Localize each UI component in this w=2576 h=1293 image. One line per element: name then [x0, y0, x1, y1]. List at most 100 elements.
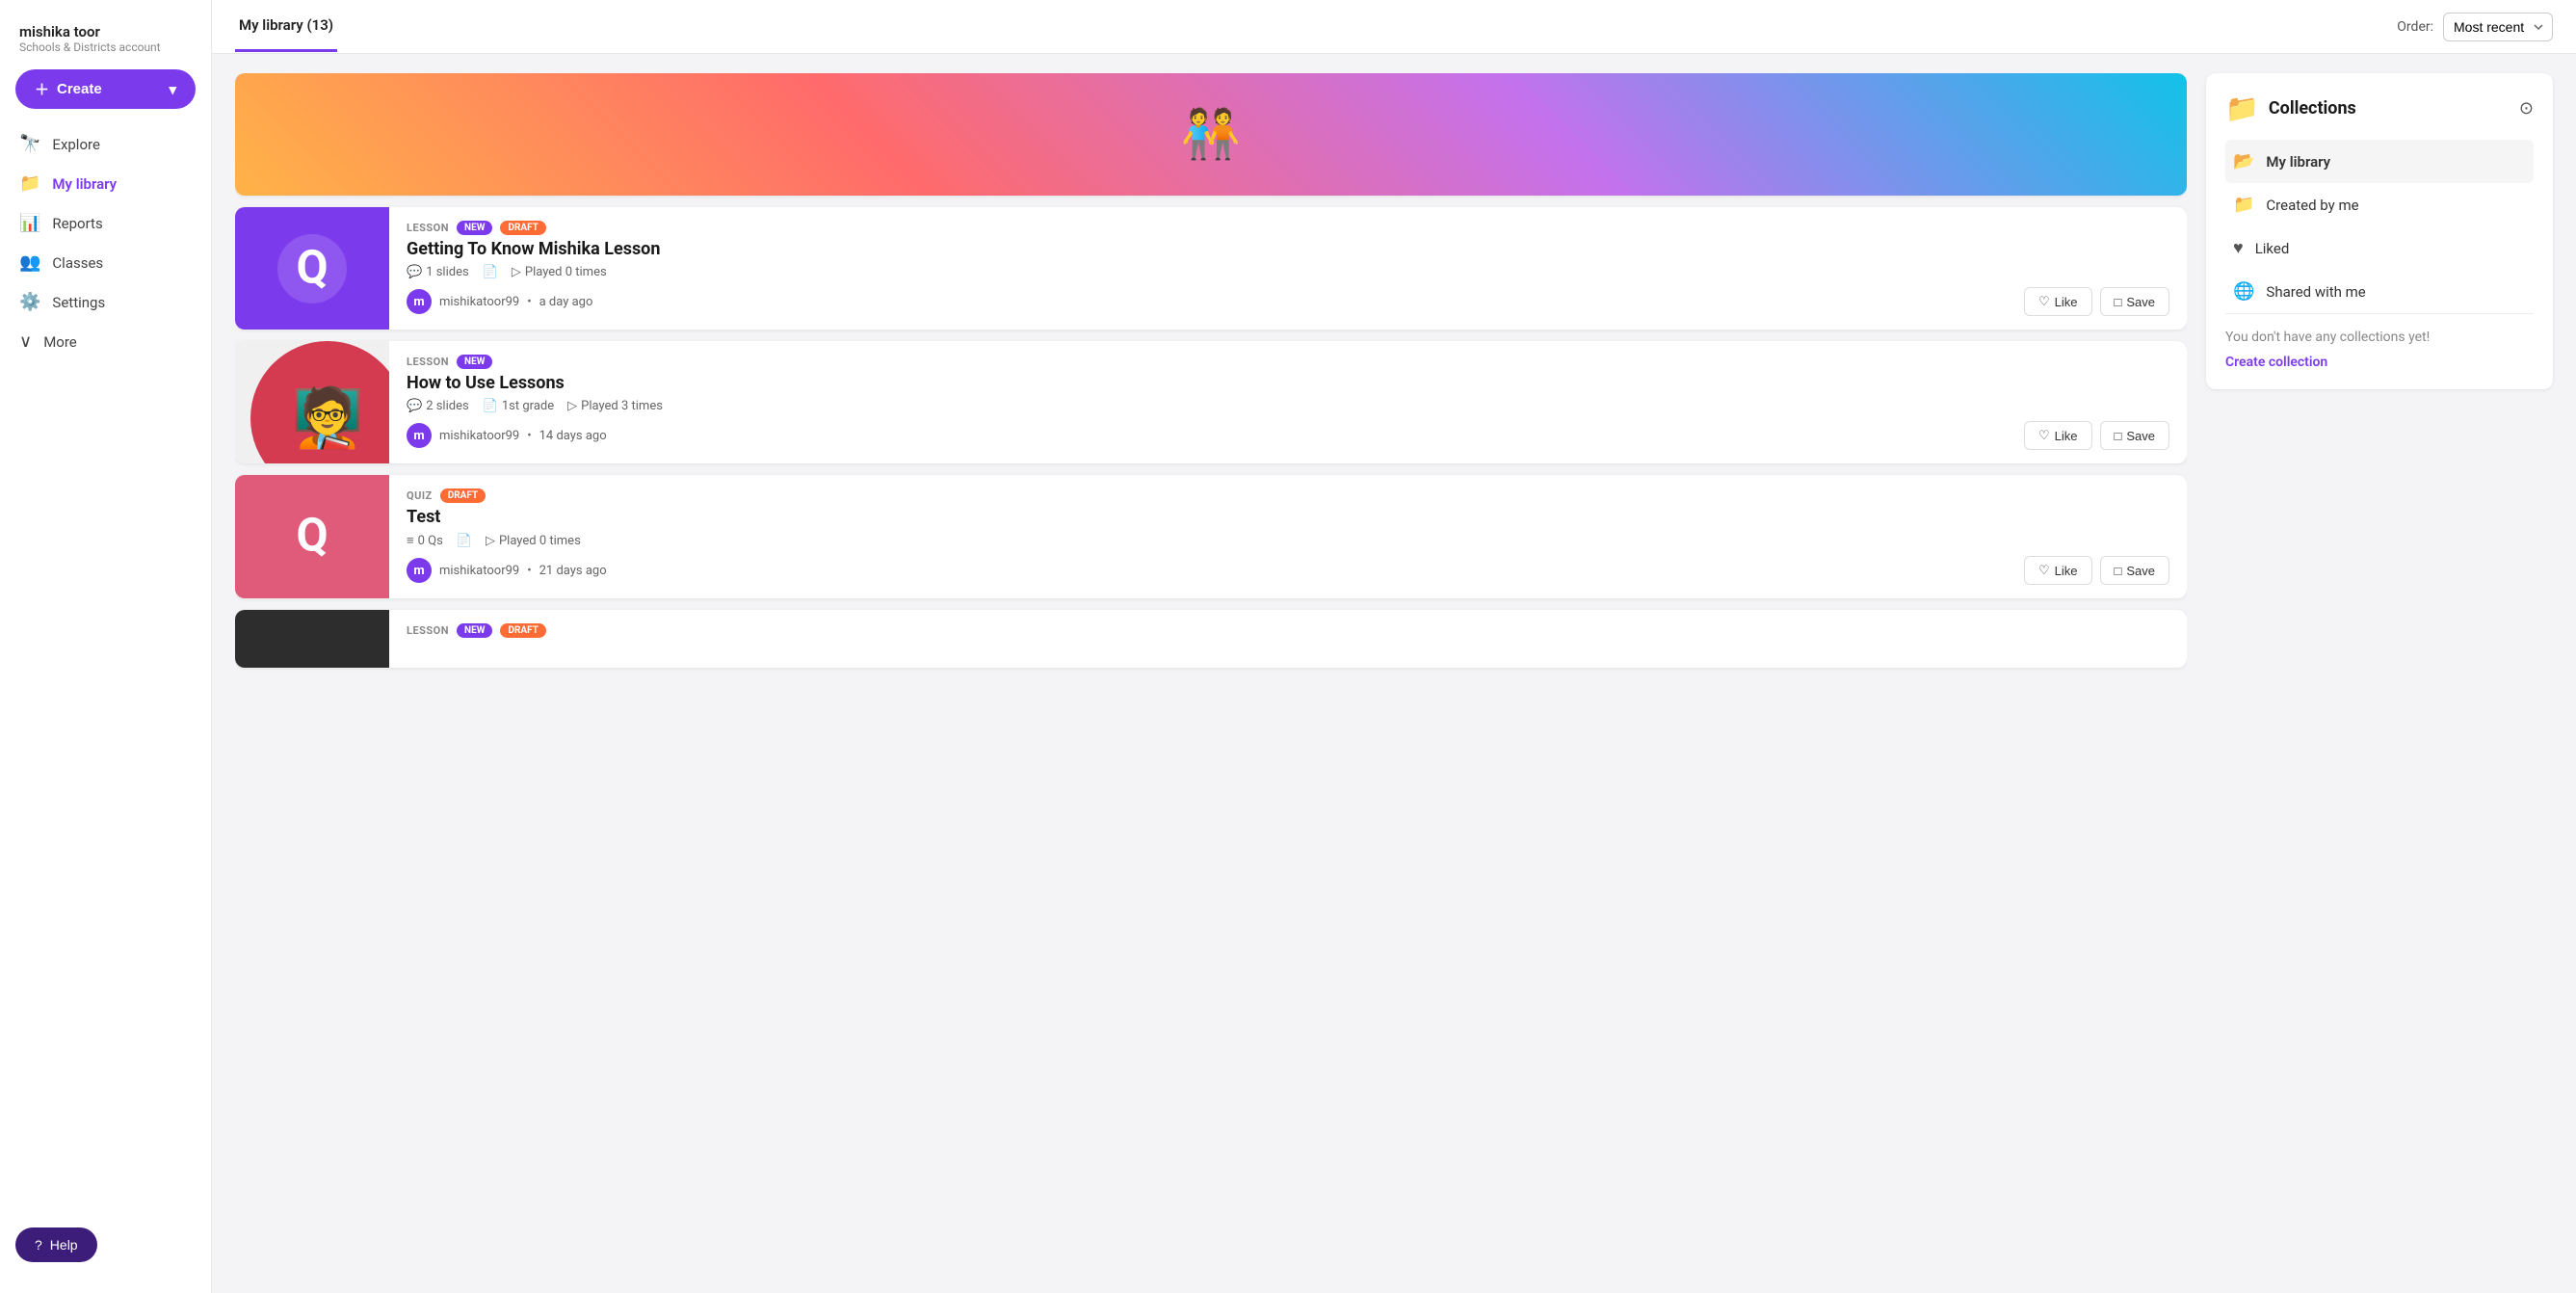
collection-item-liked[interactable]: ♥ Liked	[2225, 226, 2534, 270]
svg-text:Q: Q	[296, 507, 328, 562]
like-button-2[interactable]: ♡ Like	[2024, 287, 2092, 316]
table-row: Q LESSON NEW DRAFT Getting To Know Mishi…	[235, 207, 2187, 330]
author-dot-2: •	[527, 295, 531, 309]
sidebar-item-more[interactable]: ∨ More	[0, 322, 211, 361]
my-library-folder-icon: 📂	[2233, 151, 2254, 172]
slides-icon-2: 💬	[407, 265, 422, 279]
card-type-3: LESSON	[407, 356, 449, 368]
card-footer-2: m mishikatoor99 • a day ago ♡ Like □	[407, 287, 2169, 316]
svg-text:Q: Q	[296, 239, 328, 294]
card-footer-4: m mishikatoor99 • 21 days ago ♡ Like □	[407, 556, 2169, 585]
save-button-3[interactable]: □ Save	[2100, 421, 2170, 450]
explore-icon: 🔭	[19, 134, 40, 154]
create-plus-icon: ＋	[35, 79, 49, 99]
collections-chevron-icon[interactable]: ⊙	[2519, 98, 2534, 119]
card-actions-3: ♡ Like □ Save	[2024, 421, 2169, 450]
collections-panel: 📁 Collections ⊙ 📂 My library 📁 Created b…	[2206, 73, 2553, 389]
grade-meta-2: 📄	[483, 265, 498, 279]
sidebar-item-classes[interactable]: 👥 Classes	[0, 243, 211, 282]
qs-icon-4: ≡	[407, 533, 414, 548]
author-dot-4: •	[527, 564, 531, 578]
collection-item-shared-with-me[interactable]: 🌐 Shared with me	[2225, 270, 2534, 313]
create-collection-link[interactable]: Create collection	[2225, 355, 2534, 370]
sidebar-item-settings-label: Settings	[52, 294, 105, 311]
heart-icon-2: ♡	[2038, 294, 2050, 309]
avatar-2: m	[407, 289, 432, 314]
sidebar-item-my-library-label: My library	[52, 175, 117, 193]
more-chevron-icon: ∨	[19, 331, 32, 352]
card-type-row-4: QUIZ DRAFT	[407, 488, 2169, 503]
slides-meta-3: 💬 2 slides	[407, 399, 469, 413]
sidebar-bottom: ? Help	[0, 1212, 211, 1278]
shared-globe-icon: 🌐	[2233, 281, 2254, 302]
liked-heart-icon: ♥	[2233, 238, 2244, 258]
author-name-3: mishikatoor99	[439, 429, 519, 443]
play-icon-2: ▷	[512, 265, 521, 279]
create-button[interactable]: ＋ Create ▾	[15, 69, 196, 109]
card-type-2: LESSON	[407, 222, 449, 234]
heart-icon-3: ♡	[2038, 428, 2050, 443]
played-meta-4: ▷ Played 0 times	[486, 534, 581, 548]
collections-empty-text: You don't have any collections yet!	[2225, 330, 2534, 345]
author-dot-3: •	[527, 429, 531, 443]
sidebar-item-reports[interactable]: 📊 Reports	[0, 203, 211, 243]
collection-item-created-by-me[interactable]: 📁 Created by me	[2225, 183, 2534, 226]
heart-icon-4: ♡	[2038, 563, 2050, 578]
card-actions-4: ♡ Like □ Save	[2024, 556, 2169, 585]
grade-icon-3: 📄	[483, 399, 498, 413]
played-meta-2: ▷ Played 0 times	[512, 265, 607, 279]
slides-meta-2: 💬 1 slides	[407, 265, 469, 279]
badge-new-2: NEW	[457, 221, 492, 235]
card-thumbnail-1: 🧑‍🤝‍🧑	[235, 73, 2187, 196]
author-time-4: 21 days ago	[539, 564, 607, 578]
settings-icon: ⚙️	[19, 292, 40, 312]
card-body-4: QUIZ DRAFT Test ≡ 0 Qs 📄	[389, 475, 2187, 598]
sidebar-nav: 🔭 Explore 📁 My library 📊 Reports 👥 Class…	[0, 124, 211, 361]
tab-my-library[interactable]: My library (13)	[235, 1, 337, 52]
quizizz-logo-2: Q	[274, 230, 351, 307]
sidebar-item-explore-label: Explore	[52, 136, 100, 153]
card-author-4: m mishikatoor99 • 21 days ago	[407, 558, 607, 583]
collection-liked-label: Liked	[2255, 240, 2290, 257]
card-title-2: Getting To Know Mishika Lesson	[407, 239, 2169, 259]
badge-new-5: NEW	[457, 623, 492, 638]
help-icon: ?	[35, 1237, 42, 1253]
save-button-2[interactable]: □ Save	[2100, 287, 2170, 316]
classes-icon: 👥	[19, 252, 40, 273]
quizizz-logo-4: Q	[274, 498, 351, 575]
my-library-icon: 📁	[19, 173, 40, 194]
collections-folder-icon: 📁	[2225, 92, 2259, 124]
sidebar-item-explore[interactable]: 🔭 Explore	[0, 124, 211, 164]
badge-new-3: NEW	[457, 355, 492, 369]
card-thumbnail-4: Q	[235, 475, 389, 598]
sidebar-item-reports-label: Reports	[52, 215, 102, 232]
cards-list: 🧑‍🤝‍🧑 LESSON NEW Getting to know Mishika…	[235, 73, 2187, 1274]
order-dropdown[interactable]: Most recent Oldest A-Z Z-A	[2443, 13, 2553, 41]
table-row: 🧑‍🏫 LESSON NEW How to Use Lessons 💬	[235, 341, 2187, 463]
card-title-3: How to Use Lessons	[407, 373, 2169, 393]
collection-my-library-label: My library	[2266, 153, 2330, 171]
sidebar: mishika toor Schools & Districts account…	[0, 0, 212, 1293]
author-time-3: 14 days ago	[539, 429, 607, 443]
collections-list: 📂 My library 📁 Created by me ♥ Liked 🌐 S…	[2225, 140, 2534, 314]
user-subtitle: Schools & Districts account	[19, 40, 192, 54]
grade-icon-4: 📄	[457, 534, 472, 548]
grade-icon-2: 📄	[483, 265, 498, 279]
card-author-3: m mishikatoor99 • 14 days ago	[407, 423, 607, 448]
slides-icon-3: 💬	[407, 399, 422, 413]
sidebar-item-settings[interactable]: ⚙️ Settings	[0, 282, 211, 322]
like-button-4[interactable]: ♡ Like	[2024, 556, 2092, 585]
like-button-3[interactable]: ♡ Like	[2024, 421, 2092, 450]
collection-item-my-library[interactable]: 📂 My library	[2225, 140, 2534, 183]
order-label: Order:	[2397, 19, 2433, 35]
sidebar-item-my-library[interactable]: 📁 My library	[0, 164, 211, 203]
author-name-4: mishikatoor99	[439, 564, 519, 578]
card-author-2: m mishikatoor99 • a day ago	[407, 289, 592, 314]
create-label: Create	[57, 81, 102, 97]
help-button[interactable]: ? Help	[15, 1227, 97, 1262]
table-row: 🧑‍🤝‍🧑 LESSON NEW Getting to know Mishika…	[235, 73, 2187, 196]
card-body-3: LESSON NEW How to Use Lessons 💬 2 slides…	[389, 341, 2187, 463]
table-row: Q QUIZ DRAFT Test ≡ 0 Qs	[235, 475, 2187, 598]
save-button-4[interactable]: □ Save	[2100, 556, 2170, 585]
author-name-2: mishikatoor99	[439, 295, 519, 309]
